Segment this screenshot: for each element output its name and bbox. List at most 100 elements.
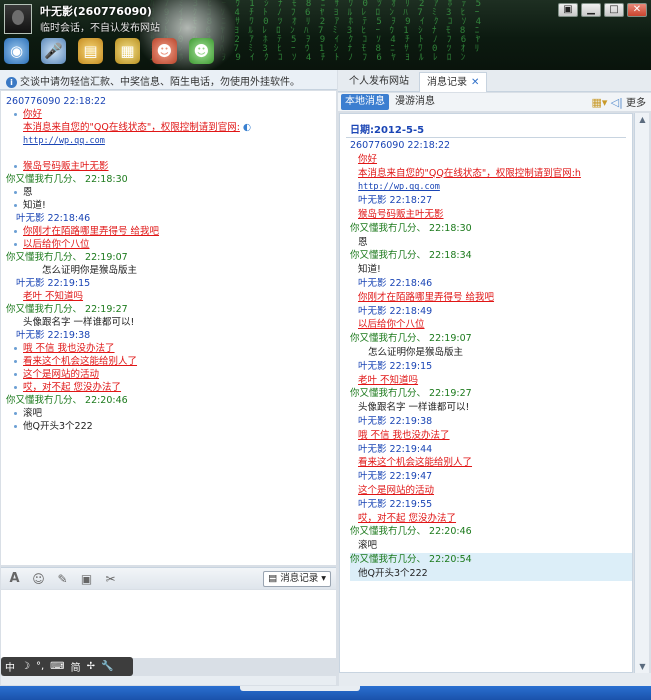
message-header: 260776090 22:18:22 xyxy=(6,95,336,108)
maximize-button[interactable]: □ xyxy=(604,3,624,17)
divider xyxy=(346,137,626,138)
screenshot-icon[interactable]: ✂ xyxy=(103,572,118,586)
message-header: 你又懂我冇几分、 22:18:30 xyxy=(6,173,336,186)
microphone-icon[interactable]: 🎤 xyxy=(41,38,66,64)
side-tabs: 个人发布网站 消息记录 ✕ xyxy=(338,70,651,92)
message-link[interactable]: http://wp.qq.com xyxy=(23,136,105,146)
emoji-icon[interactable]: ☺ xyxy=(31,572,46,586)
history-text: 你又懂我冇几分、 22:20:46 xyxy=(350,526,472,538)
history-text: 叶无影 22:19:44 xyxy=(358,443,433,455)
message-header: 你又懂我冇几分、 22:19:27 xyxy=(6,303,336,316)
camera-icon[interactable]: ◉ xyxy=(4,38,29,64)
swap-icon[interactable]: ▦▾ xyxy=(592,96,608,109)
info-icon: i xyxy=(6,77,17,88)
history-text: 老叶 不知道吗 xyxy=(358,374,419,386)
message-header: 你又懂我冇几分、 22:20:46 xyxy=(6,394,336,407)
font-icon[interactable]: A xyxy=(7,571,22,586)
bullet-icon xyxy=(14,386,17,389)
message-log-button[interactable]: ▤ 消息记录 ▾ xyxy=(263,571,331,587)
message-line: 滚吧 xyxy=(6,407,336,420)
tab-personal-site[interactable]: 个人发布网站 xyxy=(342,72,416,92)
ime-punctuation-icon[interactable]: °, xyxy=(36,661,44,672)
history-list: 260776090 22:18:22 你好 本消息来自您的"QQ在线状态"，权限控制… xyxy=(350,139,632,581)
scroll-up-icon[interactable]: ▲ xyxy=(637,115,648,124)
message-text: 哦 不信 我也没办法了 xyxy=(23,343,115,354)
left-bottom-bar xyxy=(1,676,336,685)
contact-name: 叶无影(260776090) xyxy=(40,5,152,18)
history-text: 哦 不信 我也没办法了 xyxy=(358,429,450,441)
message-text: 头像跟名字 一样谁都可以! xyxy=(23,317,135,328)
security-notice: i 交谈中请勿轻信汇款、中奖信息、陌生电话，勿使用外挂软件。 xyxy=(0,70,337,90)
history-text: 以后给你个八位 xyxy=(358,319,425,331)
tab-roaming-messages[interactable]: 漫游消息 xyxy=(391,94,439,110)
qq-status-icon: ◐ xyxy=(239,122,252,133)
history-text: 你又懂我冇几分、 22:20:54 xyxy=(350,553,472,565)
message-header: 你又懂我冇几分、 22:19:07 xyxy=(6,251,336,264)
ime-menu-icon[interactable]: ✢ xyxy=(87,661,95,672)
scroll-down-icon[interactable]: ▼ xyxy=(637,662,648,671)
history-text: 头像跟名字 一样谁都可以! xyxy=(358,402,470,414)
edit-icon[interactable]: ✎ xyxy=(55,572,70,586)
bullet-icon xyxy=(14,360,17,363)
chat-messages: 260776090 22:18:22 你好 本消息来自您的"QQ在线状态"，权限控制… xyxy=(1,91,336,565)
folder-transfer-icon[interactable]: ▤ xyxy=(78,38,103,64)
history-text: 这个是网站的活动 xyxy=(358,484,435,496)
ime-halfwidth-icon[interactable]: ☽ xyxy=(21,661,30,672)
history-header: 叶无影 22:19:44 xyxy=(350,443,632,457)
more-button[interactable]: ▦▾ ◁| 更多 xyxy=(592,94,646,109)
message-link[interactable]: http://wp.qq.com xyxy=(358,182,440,192)
history-header: 叶无影 22:19:47 xyxy=(350,470,632,484)
message-header: 叶无影 22:19:15 xyxy=(6,277,336,290)
right-bottom-bar xyxy=(339,673,651,686)
sender-time: 你又懂我冇几分、 22:18:30 xyxy=(6,174,128,185)
history-header: 叶无影 22:19:15 xyxy=(350,360,632,374)
speaker-icon[interactable]: ◁| xyxy=(611,96,623,109)
avatar[interactable] xyxy=(4,4,32,34)
history-header: 你又懂我冇几分、 22:20:46 xyxy=(350,525,632,539)
message-text: 老叶 不知道吗 xyxy=(23,291,84,302)
history-header: 叶无影 22:18:49 xyxy=(350,305,632,319)
bullet-icon xyxy=(14,230,17,233)
history-scrollbar[interactable]: ▲ ▼ xyxy=(634,113,649,673)
history-text: 你又懂我冇几分、 22:19:27 xyxy=(350,388,472,400)
message-text: 你刚才在陌路哪里弄得号 给我吧 xyxy=(23,226,160,237)
history-text: 看来这个机会这能给别人了 xyxy=(358,457,473,469)
history-message: 看来这个机会这能给别人了 xyxy=(350,456,632,470)
history-message: 这个是网站的活动 xyxy=(350,484,632,498)
log-icon: ▤ xyxy=(268,573,281,584)
ime-settings-icon[interactable]: 🔧 xyxy=(101,661,113,672)
history-header: 你又懂我冇几分、 22:18:34 xyxy=(350,249,632,263)
bullet-icon xyxy=(14,347,17,350)
message-input[interactable] xyxy=(1,590,336,658)
history-text: 叶无影 22:19:15 xyxy=(358,360,433,372)
message-line: 这个是网站的活动 xyxy=(6,368,336,381)
history-message: 哦 不信 我也没办法了 xyxy=(350,429,632,443)
history-message: 老叶 不知道吗 xyxy=(350,374,632,388)
ime-chinese-toggle[interactable]: 中 xyxy=(5,659,15,674)
history-header: 你又懂我冇几分、 22:20:54 xyxy=(350,552,632,567)
image-icon[interactable]: ▣ xyxy=(79,572,94,586)
close-button[interactable]: ✕ xyxy=(627,3,647,17)
history-text: 你又懂我冇几分、 22:18:34 xyxy=(350,250,472,262)
message-line: http://wp.qq.com xyxy=(6,134,336,147)
message-line: 哦 不信 我也没办法了 xyxy=(6,342,336,355)
ime-simplified-toggle[interactable]: 简 xyxy=(71,659,81,674)
ime-keyboard-icon[interactable]: ⌨ xyxy=(50,661,64,672)
input-toolbar: A ☺ ✎ ▣ ✂ ▤ 消息记录 ▾ xyxy=(1,567,336,589)
remove-user-icon[interactable]: ☻ xyxy=(152,38,177,64)
history-subtabs: 本地消息 漫游消息 ▦▾ ◁| 更多 xyxy=(338,93,651,111)
history-message: 你刚才在陌路哪里弄得号 给我吧 xyxy=(350,291,632,305)
title-bar: ﾊ 7 ﾐ 3 ﾋ ｰ ｳ 1 ｼ ﾅ ﾓ 8 ﾆ ｻ ﾜ 0 ﾂ ｵ ﾘ 2 … xyxy=(0,0,651,70)
sender-time: 叶无影 22:18:46 xyxy=(16,213,91,224)
add-user-icon[interactable]: ☻ xyxy=(189,38,214,64)
bullet-icon xyxy=(14,425,17,428)
tab-local-messages[interactable]: 本地消息 xyxy=(341,94,389,110)
message-text: 怎么证明你是猴岛版主 xyxy=(42,265,138,276)
message-text: 恩 xyxy=(23,187,33,198)
tab-message-log[interactable]: 消息记录 ✕ xyxy=(419,72,488,92)
close-icon[interactable]: ✕ xyxy=(471,77,479,88)
skin-button[interactable]: ▣ xyxy=(558,3,578,17)
app-icon[interactable]: ▦ xyxy=(115,38,140,64)
message-text: 他Q开头3个222 xyxy=(23,421,93,432)
minimize-button[interactable]: ▁ xyxy=(581,3,601,17)
